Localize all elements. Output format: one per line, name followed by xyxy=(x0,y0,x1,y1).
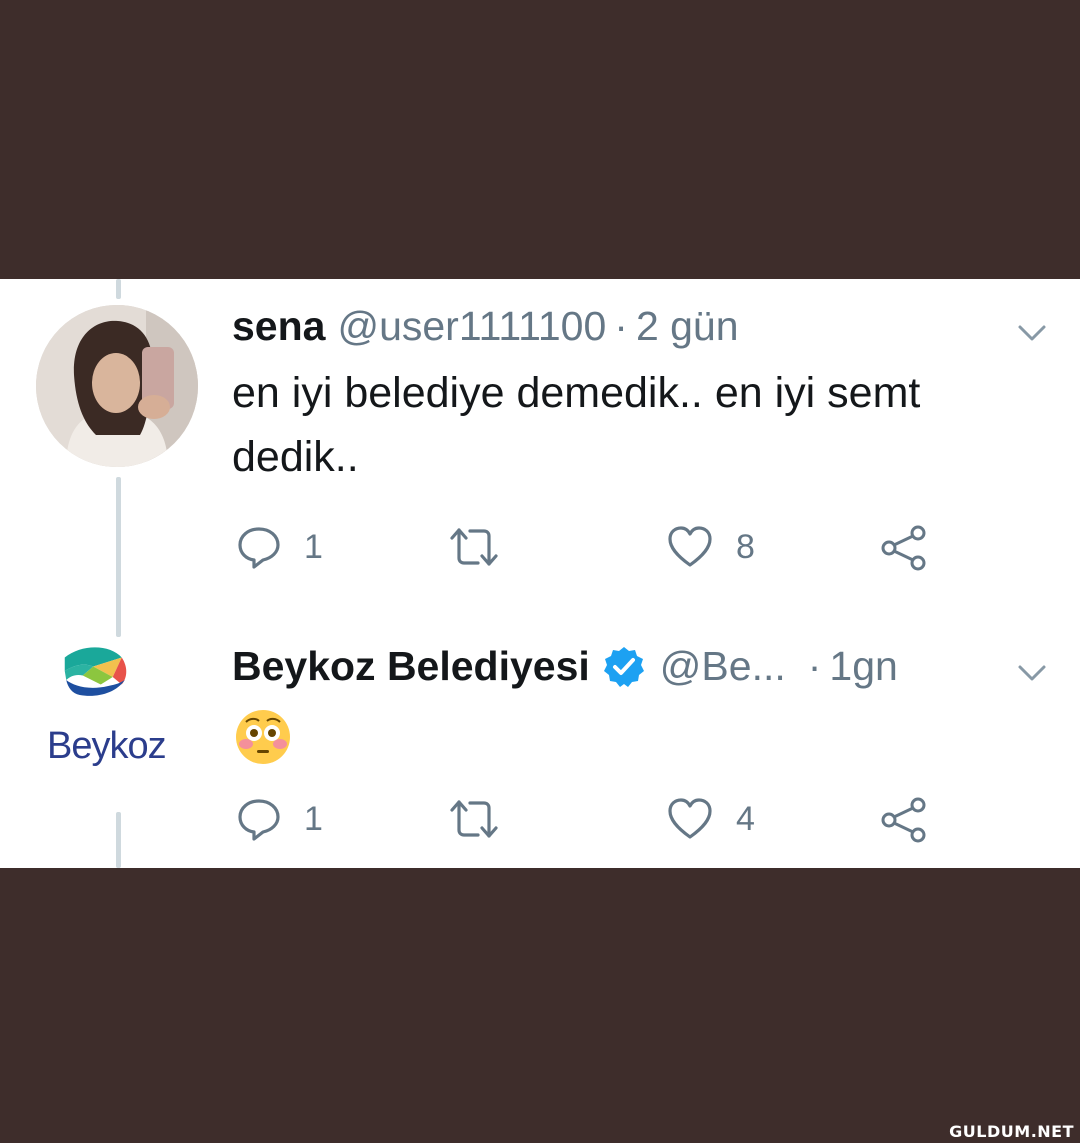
chevron-down-icon[interactable] xyxy=(1014,655,1050,691)
timestamp[interactable]: 2 gün xyxy=(636,303,739,350)
tweet-actions: 1 4 xyxy=(232,796,952,846)
heart-icon xyxy=(668,526,712,567)
retweet-button[interactable] xyxy=(448,524,500,570)
reply-count: 1 xyxy=(304,799,323,838)
separator-dot: · xyxy=(807,643,822,689)
retweet-button[interactable] xyxy=(448,796,500,842)
user-handle[interactable]: @Be... xyxy=(660,643,786,690)
beykoz-logo-icon xyxy=(64,647,127,696)
watermark: GULDUM.NET xyxy=(949,1122,1074,1141)
flushed-face-emoji-icon xyxy=(236,710,290,764)
like-button[interactable]: 8 xyxy=(666,524,755,570)
retweet-icon xyxy=(450,800,498,838)
avatar-photo-icon xyxy=(36,305,198,467)
thread-line-middle xyxy=(116,477,121,637)
like-count: 4 xyxy=(736,799,755,838)
share-button[interactable] xyxy=(880,796,928,844)
user-handle[interactable]: @user1111100 xyxy=(337,303,606,350)
timestamp[interactable]: 1gn xyxy=(829,643,897,690)
share-button[interactable] xyxy=(880,524,928,572)
like-count: 8 xyxy=(736,527,755,566)
reply-button[interactable]: 1 xyxy=(236,524,323,570)
heart-icon xyxy=(668,798,712,839)
separator-dot: · xyxy=(614,303,628,349)
retweet-icon xyxy=(450,528,498,566)
avatar[interactable] xyxy=(36,305,198,467)
reply-button[interactable]: 1 xyxy=(236,796,323,842)
tweet-actions: 1 8 xyxy=(232,524,952,574)
thread-line-top xyxy=(116,279,121,299)
chevron-down-icon[interactable] xyxy=(1014,315,1050,351)
tweet-header: Beykoz Belediyesi @Be... · 1gn xyxy=(232,643,898,690)
like-button[interactable]: 4 xyxy=(666,796,755,842)
display-name[interactable]: sena xyxy=(232,303,325,350)
share-icon xyxy=(881,525,926,571)
verified-badge-icon xyxy=(603,646,644,687)
tweet-text: en iyi belediye demedik.. en iyi semt de… xyxy=(232,369,921,481)
share-icon xyxy=(881,797,926,843)
tweet-header: sena @user1111100 · 2 gün xyxy=(232,303,739,350)
display-name[interactable]: Beykoz Belediyesi xyxy=(232,643,590,690)
reply-icon xyxy=(238,527,280,569)
beykoz-avatar-text: Beykoz xyxy=(47,725,167,767)
reply-icon xyxy=(238,799,280,841)
reply-count: 1 xyxy=(304,527,323,566)
thread-line-bottom xyxy=(116,812,121,868)
tweet-thread-card: sena @user1111100 · 2 gün en iyi belediy… xyxy=(0,279,1080,868)
